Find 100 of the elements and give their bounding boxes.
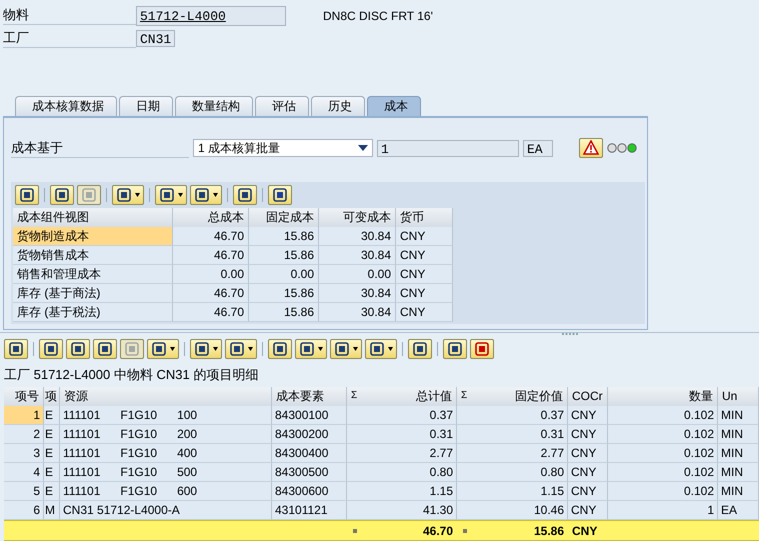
table-cell: CNY: [568, 501, 608, 520]
export-button[interactable]: [295, 339, 327, 359]
cost-basis-label: 成本基于: [11, 138, 189, 158]
table-cell: 0.31: [347, 425, 457, 444]
column-header[interactable]: Σ 固定价值: [457, 387, 568, 406]
table-cell: 0.102: [608, 444, 718, 463]
table-cell: 销售和管理成本: [13, 265, 173, 284]
column-header[interactable]: 成本要素: [272, 387, 347, 406]
tab[interactable]: 日期: [119, 96, 173, 116]
subtotal-button[interactable]: [225, 339, 257, 359]
total-currency: CNY: [572, 522, 598, 540]
table-cell: 1.15: [347, 482, 457, 501]
export-button[interactable]: [155, 185, 187, 205]
details-button[interactable]: [4, 339, 28, 359]
warning-button[interactable]: [579, 138, 603, 158]
table-cell: 2: [4, 425, 44, 444]
column-header[interactable]: 总成本: [173, 208, 249, 227]
table-cell: EA: [718, 501, 759, 520]
material-field[interactable]: 51712-L4000: [136, 6, 286, 26]
caret-icon: [353, 347, 358, 351]
table-cell: 84300500: [272, 463, 347, 482]
column-header[interactable]: 资源: [60, 387, 272, 406]
table-cell: 货物销售成本: [13, 246, 173, 265]
table-cell: MIN: [718, 444, 759, 463]
table-cell: 库存 (基于商法): [13, 284, 173, 303]
print-button[interactable]: [268, 339, 292, 359]
table-cell: MIN: [718, 482, 759, 501]
caret-icon: [318, 347, 323, 351]
table-cell: 0.37: [457, 406, 568, 425]
table-cell: 5: [4, 482, 44, 501]
total-mark-icon: [353, 528, 357, 532]
column-header[interactable]: 成本组件视图: [13, 208, 173, 227]
info-button[interactable]: [443, 339, 467, 359]
column-header[interactable]: 项: [44, 387, 60, 406]
info-button[interactable]: [268, 185, 292, 205]
abc-button[interactable]: [470, 339, 494, 359]
find-button[interactable]: [93, 339, 117, 359]
table-cell: CNY: [568, 444, 608, 463]
caret-icon: [213, 347, 218, 351]
table-cell: 84300600: [272, 482, 347, 501]
sort-up-button[interactable]: [39, 339, 63, 359]
dropdown-arrow-icon: [358, 145, 368, 151]
items-title: 工厂 51712-L4000 中物料 CN31 的项目明细: [3, 366, 260, 384]
column-header[interactable]: Un: [718, 387, 759, 406]
sum-mark: Σ: [351, 389, 358, 403]
table-cell: 43101121: [272, 501, 347, 520]
sort-down-button[interactable]: [66, 339, 90, 359]
column-header[interactable]: 货币: [396, 208, 453, 227]
table-cell: MIN: [718, 425, 759, 444]
find-button[interactable]: [50, 185, 74, 205]
chart-button[interactable]: [233, 185, 257, 205]
table-cell: 0.102: [608, 482, 718, 501]
sum-mark: Σ: [461, 389, 468, 403]
table-cell: CNY: [396, 303, 453, 322]
table-cell: 0.102: [608, 406, 718, 425]
total-mark-icon: [463, 528, 467, 532]
table-cell: 货物制造成本: [13, 227, 173, 246]
table-cell: 30.84: [319, 303, 396, 322]
tab[interactable]: 成本核算数据: [15, 96, 117, 116]
plant-field[interactable]: CN31: [136, 30, 176, 47]
tab[interactable]: 历史: [311, 96, 365, 116]
chart-button[interactable]: [408, 339, 432, 359]
table-cell: 30.84: [319, 246, 396, 265]
details-button[interactable]: [15, 185, 39, 205]
caret-icon: [248, 347, 253, 351]
caret-icon: [178, 193, 183, 197]
total-value: 46.70: [422, 522, 453, 540]
table-cell: 46.70: [173, 227, 249, 246]
tab[interactable]: 评估: [255, 96, 309, 116]
table-cell: 15.86: [249, 227, 319, 246]
cost-basis-dropdown[interactable]: 1 成本核算批量: [193, 139, 373, 157]
quantity-field[interactable]: 1: [377, 140, 519, 156]
column-header[interactable]: COCr: [568, 387, 608, 406]
splitter-grip-icon[interactable]: [562, 333, 578, 336]
filter-button[interactable]: [147, 339, 179, 359]
table-cell: 0.00: [249, 265, 319, 284]
layout-button[interactable]: [365, 339, 397, 359]
table-cell: 46.70: [173, 303, 249, 322]
save-button[interactable]: [330, 339, 362, 359]
table-cell: CNY: [568, 406, 608, 425]
tab[interactable]: 成本: [367, 96, 421, 116]
column-header[interactable]: 固定成本: [249, 208, 319, 227]
column-header[interactable]: 可变成本: [319, 208, 396, 227]
unit-field[interactable]: EA: [523, 140, 553, 156]
table-cell: 15.86: [249, 284, 319, 303]
table-cell: 111101 F1G10 400: [60, 444, 272, 463]
table-cell: 84300400: [272, 444, 347, 463]
table-cell: 30.84: [319, 284, 396, 303]
column-header[interactable]: Σ 总计值: [347, 387, 457, 406]
sum-button[interactable]: [190, 339, 222, 359]
tab[interactable]: 数量结构: [175, 96, 253, 116]
layout-button[interactable]: [190, 185, 222, 205]
table-cell: E: [44, 444, 60, 463]
column-header[interactable]: 数量: [608, 387, 718, 406]
caret-icon: [170, 347, 175, 351]
sum-button[interactable]: [112, 185, 144, 205]
table-cell: CNY: [568, 425, 608, 444]
column-header[interactable]: 项号: [4, 387, 44, 406]
material-description: DN8C DISC FRT 16': [323, 8, 433, 22]
table-cell: 30.84: [319, 227, 396, 246]
